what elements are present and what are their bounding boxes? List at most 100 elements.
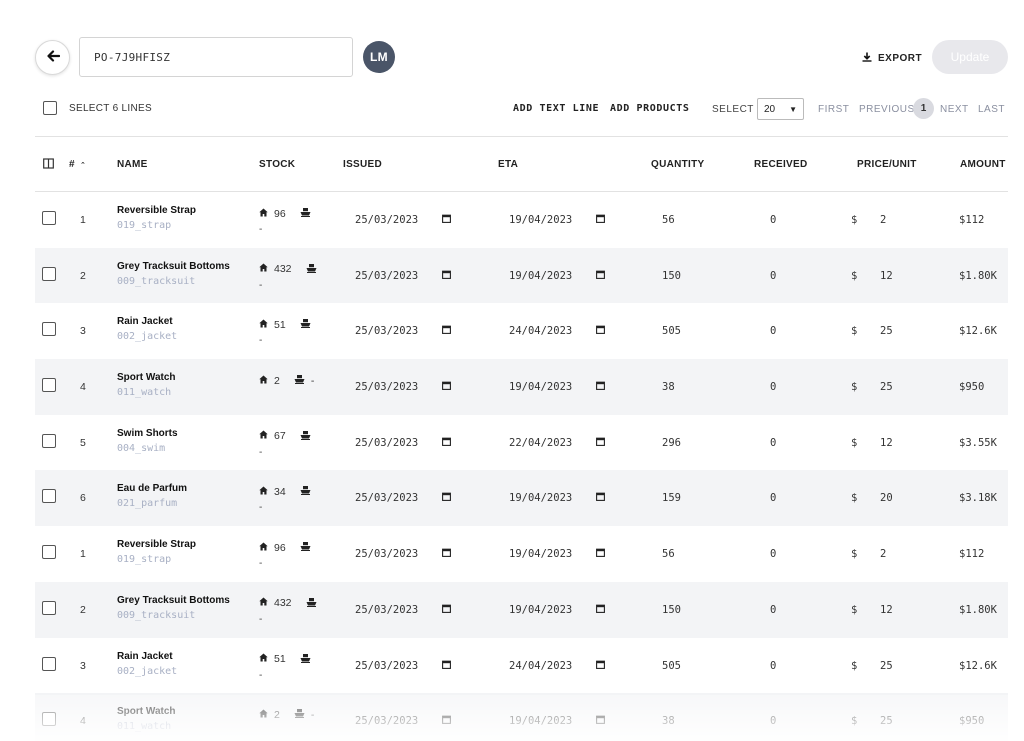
issued-date[interactable]: 25/03/2023 <box>355 325 418 337</box>
calendar-icon[interactable] <box>596 660 605 672</box>
price-field[interactable]: 2 <box>880 214 886 226</box>
quantity-field[interactable]: 505 <box>662 325 681 337</box>
issued-date[interactable]: 25/03/2023 <box>355 270 418 282</box>
col-issued-header[interactable]: ISSUED <box>343 159 382 170</box>
eta-date[interactable]: 24/04/2023 <box>509 660 572 672</box>
back-button[interactable] <box>35 40 70 75</box>
quantity-field[interactable]: 150 <box>662 604 681 616</box>
product-name[interactable]: Sport Watch <box>117 372 176 383</box>
calendar-icon[interactable] <box>596 492 605 504</box>
price-field[interactable]: 25 <box>880 325 893 337</box>
table-row[interactable]: 1 Reversible Strap 019_strap 96- 25/03/2023 1… <box>35 192 1008 248</box>
issued-date[interactable]: 25/03/2023 <box>355 214 418 226</box>
select-all-checkbox[interactable] <box>43 101 57 115</box>
page-size-select[interactable]: 20 ▼ <box>757 98 804 120</box>
row-checkbox[interactable] <box>42 266 56 281</box>
product-name[interactable]: Rain Jacket <box>117 316 173 327</box>
calendar-icon[interactable] <box>442 381 451 393</box>
product-name[interactable]: Grey Tracksuit Bottoms <box>117 595 230 606</box>
product-name[interactable]: Grey Tracksuit Bottoms <box>117 261 230 272</box>
col-name-header[interactable]: NAME <box>117 159 148 170</box>
col-amount-header[interactable]: AMOUNT <box>960 159 1006 170</box>
calendar-icon[interactable] <box>442 660 451 672</box>
product-name[interactable]: Eau de Parfum <box>117 483 187 494</box>
row-checkbox[interactable] <box>42 433 56 448</box>
calendar-icon[interactable] <box>442 325 451 337</box>
quantity-field[interactable]: 56 <box>662 548 675 560</box>
current-page[interactable]: 1 <box>913 98 934 119</box>
quantity-field[interactable]: 56 <box>662 214 675 226</box>
table-row[interactable]: 3 Rain Jacket 002_jacket 51- 25/03/2023 24/04… <box>35 638 1008 694</box>
eta-date[interactable]: 24/04/2023 <box>509 325 572 337</box>
eta-date[interactable]: 19/04/2023 <box>509 604 572 616</box>
export-button[interactable]: EXPORT <box>862 50 922 66</box>
quantity-field[interactable]: 38 <box>662 381 675 393</box>
row-checkbox[interactable] <box>42 378 56 393</box>
calendar-icon[interactable] <box>596 214 605 226</box>
calendar-icon[interactable] <box>442 604 451 616</box>
first-page-link[interactable]: FIRST <box>818 104 849 115</box>
calendar-icon[interactable] <box>596 548 605 560</box>
col-quantity-header[interactable]: QUANTITY <box>651 159 705 170</box>
avatar[interactable]: LM <box>363 41 395 73</box>
calendar-icon[interactable] <box>596 604 605 616</box>
row-checkbox[interactable] <box>42 656 56 671</box>
calendar-icon[interactable] <box>596 325 605 337</box>
row-checkbox[interactable] <box>42 322 56 337</box>
price-field[interactable]: 2 <box>880 548 886 560</box>
row-checkbox[interactable] <box>42 211 56 225</box>
issued-date[interactable]: 25/03/2023 <box>355 381 418 393</box>
po-number-input[interactable] <box>79 37 353 77</box>
price-field[interactable]: 25 <box>880 381 893 393</box>
issued-date[interactable]: 25/03/2023 <box>355 660 418 672</box>
eta-date[interactable]: 19/04/2023 <box>509 548 572 560</box>
last-page-link[interactable]: LAST <box>978 104 1005 115</box>
update-button[interactable]: Update <box>932 40 1008 74</box>
price-field[interactable]: 12 <box>880 604 893 616</box>
col-price-unit-header[interactable]: PRICE/UNIT <box>857 159 917 170</box>
eta-date[interactable]: 19/04/2023 <box>509 270 572 282</box>
previous-page-link[interactable]: PREVIOUS <box>859 104 915 115</box>
issued-date[interactable]: 25/03/2023 <box>355 604 418 616</box>
eta-date[interactable]: 22/04/2023 <box>509 437 572 449</box>
add-products-button[interactable]: ADD PRODUCTS <box>610 103 689 114</box>
eta-date[interactable]: 19/04/2023 <box>509 214 572 226</box>
product-name[interactable]: Swim Shorts <box>117 428 178 439</box>
table-row[interactable]: 1 Reversible Strap 019_strap 96- 25/03/2023 1… <box>35 526 1008 582</box>
next-page-link[interactable]: NEXT <box>940 104 969 115</box>
quantity-field[interactable]: 296 <box>662 437 681 449</box>
eta-date[interactable]: 19/04/2023 <box>509 381 572 393</box>
calendar-icon[interactable] <box>442 437 451 449</box>
table-row[interactable]: 6 Eau de Parfum 021_parfum 34- 25/03/2023 19/… <box>35 470 1008 527</box>
select-all[interactable]: SELECT 6 LINES <box>43 101 152 115</box>
calendar-icon[interactable] <box>442 270 451 282</box>
table-row[interactable]: 3 Rain Jacket 002_jacket 51- 25/03/2023 24/04… <box>35 303 1008 359</box>
calendar-icon[interactable] <box>442 548 451 560</box>
product-name[interactable]: Reversible Strap <box>117 539 196 550</box>
row-checkbox[interactable] <box>42 489 56 504</box>
col-eta-header[interactable]: ETA <box>498 159 518 170</box>
table-row[interactable]: 2 Grey Tracksuit Bottoms 009_tracksuit 432-… <box>35 581 1008 638</box>
table-row[interactable]: 2 Grey Tracksuit Bottoms 009_tracksuit 432-… <box>35 247 1008 304</box>
product-name[interactable]: Reversible Strap <box>117 205 196 216</box>
table-row[interactable]: 4Sport Watch011_watch2-25/03/202319/04/2… <box>35 359 1008 415</box>
calendar-icon[interactable] <box>596 381 605 393</box>
quantity-field[interactable]: 505 <box>662 660 681 672</box>
calendar-icon[interactable] <box>442 214 451 226</box>
col-index-header[interactable]: # ⌃ <box>69 159 86 170</box>
issued-date[interactable]: 25/03/2023 <box>355 548 418 560</box>
quantity-field[interactable]: 159 <box>662 492 681 504</box>
price-field[interactable]: 20 <box>880 492 893 504</box>
price-field[interactable]: 12 <box>880 437 893 449</box>
eta-date[interactable]: 19/04/2023 <box>509 492 572 504</box>
col-stock-header[interactable]: STOCK <box>259 159 295 170</box>
product-name[interactable]: Rain Jacket <box>117 651 173 662</box>
col-received-header[interactable]: RECEIVED <box>754 159 808 170</box>
row-checkbox[interactable] <box>42 600 56 615</box>
price-field[interactable]: 25 <box>880 660 893 672</box>
calendar-icon[interactable] <box>442 492 451 504</box>
price-field[interactable]: 12 <box>880 270 893 282</box>
calendar-icon[interactable] <box>596 437 605 449</box>
calendar-icon[interactable] <box>596 270 605 282</box>
columns-icon[interactable] <box>43 158 54 172</box>
